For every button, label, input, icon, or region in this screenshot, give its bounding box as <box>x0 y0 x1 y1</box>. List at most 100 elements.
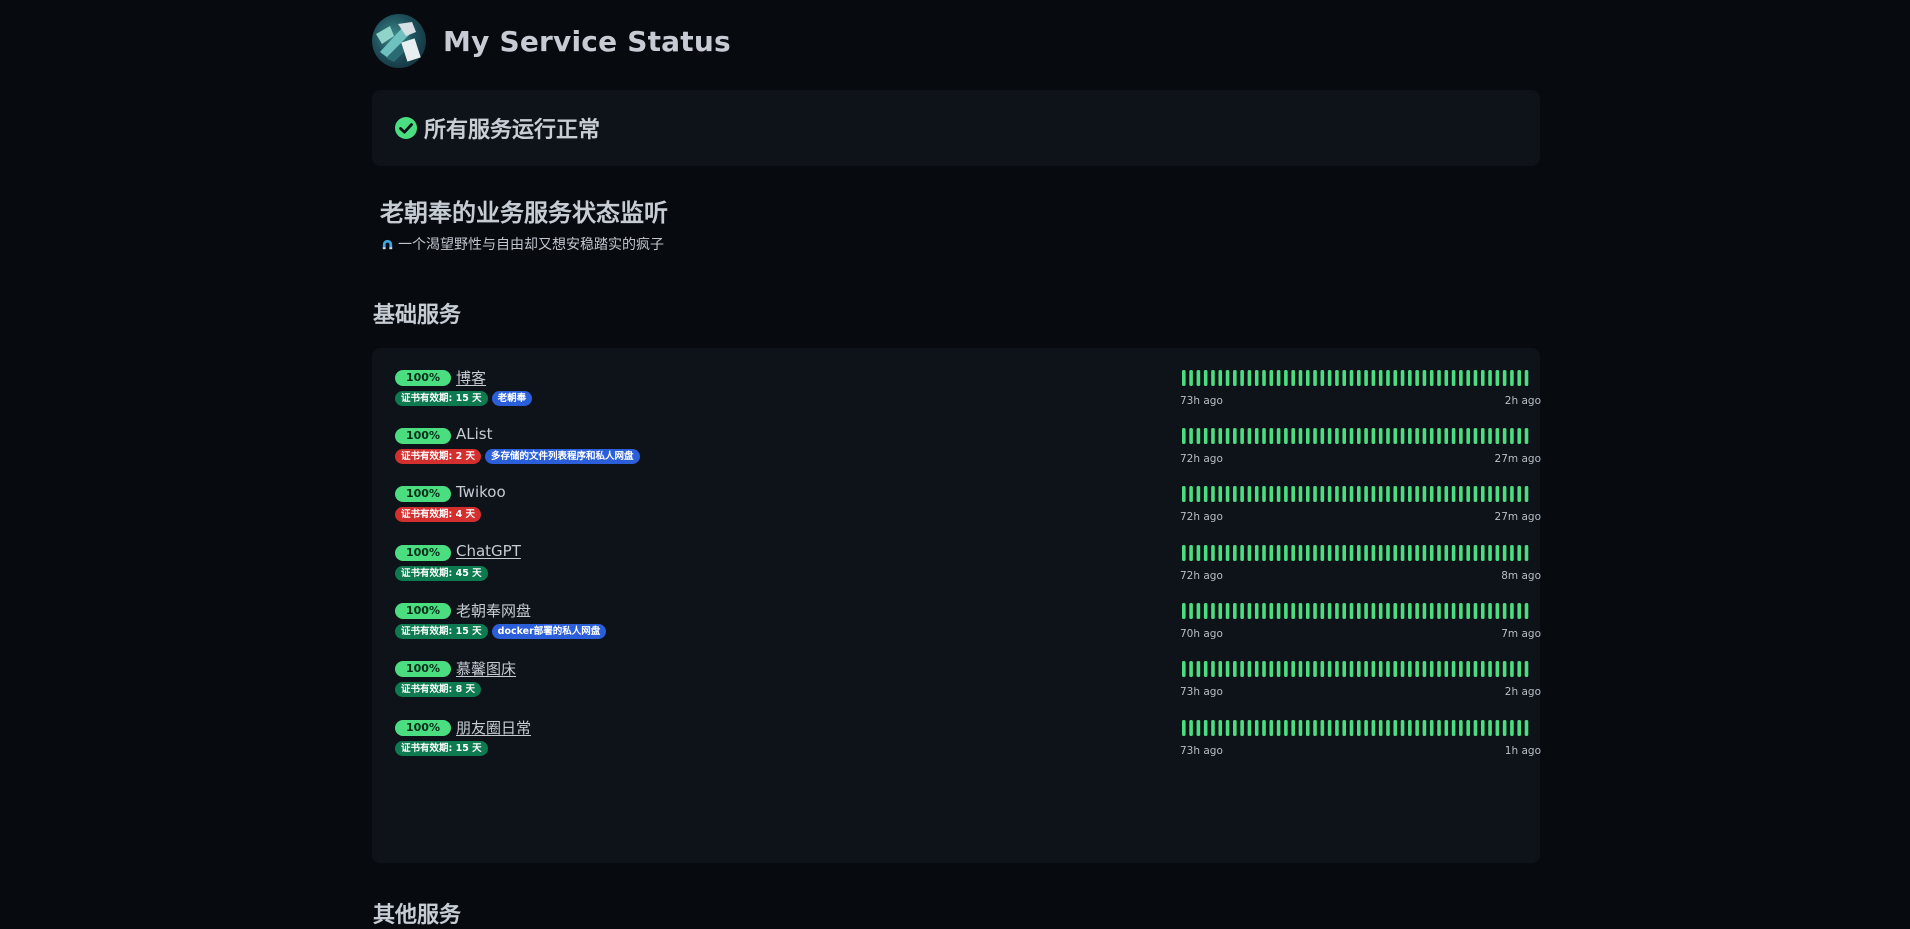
uptime-bar[interactable] <box>1284 428 1288 444</box>
uptime-bar[interactable] <box>1502 428 1507 444</box>
uptime-bar[interactable] <box>1327 370 1332 386</box>
uptime-bar[interactable] <box>1488 720 1492 736</box>
uptime-bar[interactable] <box>1225 370 1230 386</box>
uptime-bar[interactable] <box>1378 603 1383 619</box>
uptime-bar[interactable] <box>1247 661 1252 677</box>
uptime-bar[interactable] <box>1488 545 1492 561</box>
uptime-bar[interactable] <box>1386 545 1390 561</box>
uptime-bar[interactable] <box>1495 428 1500 444</box>
uptime-bar[interactable] <box>1342 720 1347 736</box>
uptime-bar[interactable] <box>1473 603 1478 619</box>
uptime-bar[interactable] <box>1444 720 1449 736</box>
uptime-bar[interactable] <box>1459 720 1463 736</box>
uptime-bar[interactable] <box>1189 545 1193 561</box>
uptime-bar[interactable] <box>1182 661 1186 677</box>
uptime-bar[interactable] <box>1218 545 1223 561</box>
uptime-bar[interactable] <box>1437 603 1441 619</box>
uptime-bar[interactable] <box>1305 603 1310 619</box>
uptime-bar[interactable] <box>1233 720 1237 736</box>
uptime-bar[interactable] <box>1451 603 1456 619</box>
uptime-bar[interactable] <box>1466 603 1470 619</box>
uptime-bar[interactable] <box>1349 486 1354 502</box>
uptime-bar[interactable] <box>1444 661 1449 677</box>
uptime-bar[interactable] <box>1415 486 1419 502</box>
uptime-bar[interactable] <box>1313 603 1317 619</box>
uptime-bar[interactable] <box>1371 370 1376 386</box>
uptime-bar[interactable] <box>1357 486 1361 502</box>
uptime-bar[interactable] <box>1459 486 1463 502</box>
uptime-bar[interactable] <box>1298 370 1303 386</box>
uptime-bar[interactable] <box>1284 545 1288 561</box>
uptime-bar[interactable] <box>1182 486 1186 502</box>
uptime-bar[interactable] <box>1211 720 1215 736</box>
uptime-bar[interactable] <box>1429 545 1434 561</box>
uptime-bar[interactable] <box>1335 545 1339 561</box>
uptime-bar[interactable] <box>1276 486 1281 502</box>
uptime-bar[interactable] <box>1313 661 1317 677</box>
uptime-bar[interactable] <box>1495 720 1500 736</box>
uptime-bar[interactable] <box>1408 545 1412 561</box>
uptime-bar[interactable] <box>1298 486 1303 502</box>
uptime-bar[interactable] <box>1473 545 1478 561</box>
uptime-bar[interactable] <box>1517 603 1522 619</box>
uptime-bar[interactable] <box>1408 370 1412 386</box>
uptime-bar[interactable] <box>1218 428 1223 444</box>
uptime-bar[interactable] <box>1320 370 1325 386</box>
uptime-bar[interactable] <box>1408 486 1412 502</box>
uptime-bar[interactable] <box>1335 370 1339 386</box>
uptime-bar[interactable] <box>1466 661 1470 677</box>
uptime-bar[interactable] <box>1422 603 1427 619</box>
uptime-bar[interactable] <box>1444 370 1449 386</box>
uptime-bar[interactable] <box>1349 370 1354 386</box>
uptime-bar[interactable] <box>1495 661 1500 677</box>
uptime-bar[interactable] <box>1313 545 1317 561</box>
uptime-bar[interactable] <box>1422 370 1427 386</box>
uptime-bar[interactable] <box>1415 370 1419 386</box>
uptime-bar[interactable] <box>1247 428 1252 444</box>
uptime-bar[interactable] <box>1378 661 1383 677</box>
uptime-bar[interactable] <box>1196 370 1201 386</box>
uptime-bar[interactable] <box>1247 545 1252 561</box>
uptime-bar[interactable] <box>1466 486 1470 502</box>
uptime-bar[interactable] <box>1422 486 1427 502</box>
uptime-bar[interactable] <box>1298 603 1303 619</box>
uptime-bar[interactable] <box>1386 486 1390 502</box>
uptime-bar[interactable] <box>1298 428 1303 444</box>
uptime-bar[interactable] <box>1437 545 1441 561</box>
uptime-bar[interactable] <box>1408 661 1412 677</box>
uptime-bar[interactable] <box>1378 370 1383 386</box>
uptime-bar[interactable] <box>1225 486 1230 502</box>
uptime-bar[interactable] <box>1342 661 1347 677</box>
uptime-bar[interactable] <box>1182 545 1186 561</box>
uptime-bar[interactable] <box>1284 370 1288 386</box>
uptime-bar[interactable] <box>1335 661 1339 677</box>
uptime-bar[interactable] <box>1240 545 1244 561</box>
uptime-bar[interactable] <box>1502 661 1507 677</box>
uptime-bar[interactable] <box>1203 720 1208 736</box>
uptime-bar[interactable] <box>1459 661 1463 677</box>
uptime-bar[interactable] <box>1335 486 1339 502</box>
uptime-bar[interactable] <box>1415 603 1419 619</box>
uptime-bar[interactable] <box>1218 661 1223 677</box>
uptime-bar[interactable] <box>1254 545 1259 561</box>
uptime-bar[interactable] <box>1233 661 1237 677</box>
uptime-bar[interactable] <box>1422 661 1427 677</box>
uptime-bar[interactable] <box>1510 370 1514 386</box>
uptime-bar[interactable] <box>1495 603 1500 619</box>
uptime-bar[interactable] <box>1371 545 1376 561</box>
uptime-bar[interactable] <box>1254 486 1259 502</box>
uptime-bar[interactable] <box>1371 486 1376 502</box>
uptime-bar[interactable] <box>1451 428 1456 444</box>
uptime-bar[interactable] <box>1517 545 1522 561</box>
uptime-bar[interactable] <box>1320 428 1325 444</box>
uptime-bar[interactable] <box>1364 545 1368 561</box>
uptime-bar[interactable] <box>1233 370 1237 386</box>
uptime-bar[interactable] <box>1517 486 1522 502</box>
uptime-bar[interactable] <box>1196 661 1201 677</box>
uptime-bar[interactable] <box>1182 720 1186 736</box>
uptime-bar[interactable] <box>1269 603 1274 619</box>
uptime-bar[interactable] <box>1313 428 1317 444</box>
uptime-bar[interactable] <box>1510 661 1514 677</box>
uptime-bar[interactable] <box>1349 661 1354 677</box>
uptime-bar[interactable] <box>1305 720 1310 736</box>
